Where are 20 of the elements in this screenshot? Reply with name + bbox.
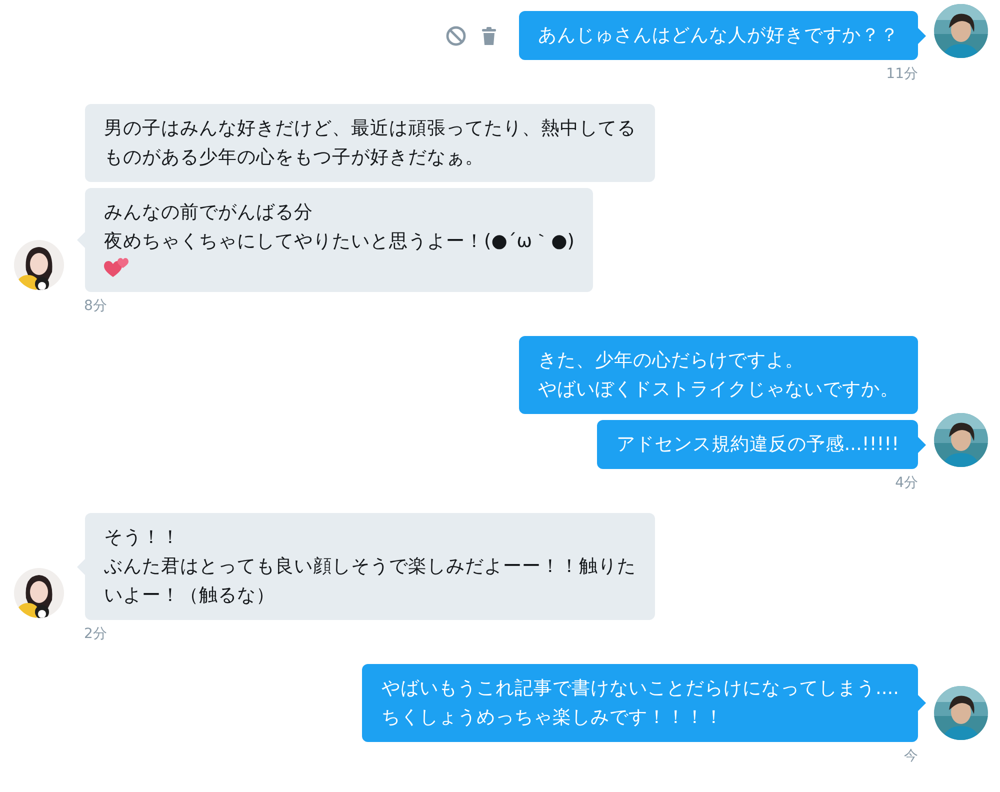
message-text: ちくしょうめっちゃ楽しみです！！！！ [381, 706, 724, 730]
message-text: ものがある少年の心をもつ子が好きだなぁ。 [104, 146, 485, 170]
block-icon[interactable] [445, 24, 467, 46]
timestamp: 11分 [886, 65, 918, 84]
timestamp: 4分 [895, 474, 918, 493]
timestamp: 今 [904, 747, 918, 766]
timestamp: 8分 [84, 297, 107, 316]
message-text: みんなの前でがんばる分 [104, 201, 314, 225]
message-text: アドセンス規約違反の予感...!!!!! [616, 433, 899, 457]
message-text: そう！！ [104, 526, 181, 550]
message-text: ぶんた君はとっても良い顔しそうで楽しみだよーー！！触りた [104, 555, 636, 579]
message-text: あんじゅさんはどんな人が好きですか？？ [538, 24, 899, 48]
trash-icon[interactable] [481, 26, 497, 46]
message-text: やばいぼくドストライクじゃないですか。 [538, 378, 899, 402]
message-text: いよー！（触るな） [104, 584, 276, 608]
message-text: きた、少年の心だらけですよ。 [538, 349, 805, 373]
message-text: やばいもうこれ記事で書けないことだらけになってしまう.... [381, 677, 899, 701]
message-text: 男の子はみんな好きだけど、最近は頑張ってたり、熱中してる [104, 117, 636, 141]
timestamp: 2分 [84, 625, 107, 644]
message-text: 夜めちゃくちゃにしてやりたいと思うよー！(●´ω｀●) [104, 230, 574, 254]
